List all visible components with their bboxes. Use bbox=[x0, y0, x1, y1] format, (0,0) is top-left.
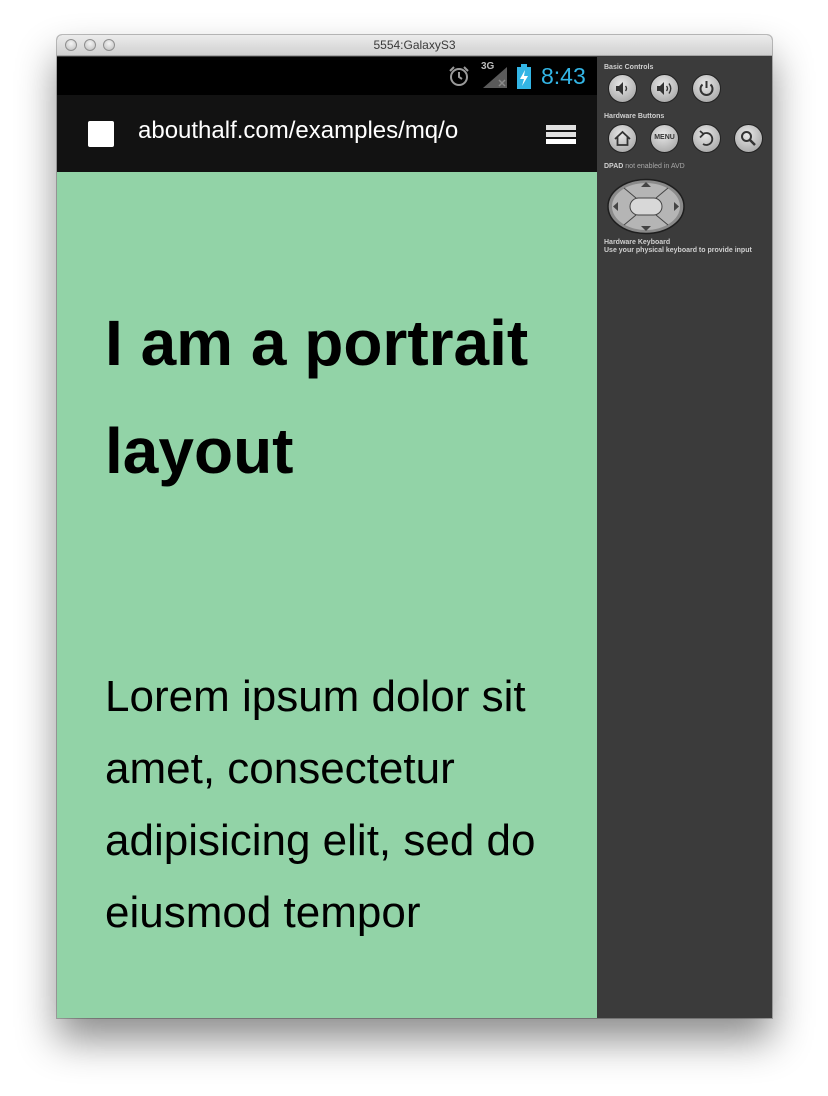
emulator-controls-panel: Basic Controls Hardware Buttons MENU DPA… bbox=[597, 57, 772, 1018]
volume-up-icon bbox=[657, 82, 672, 95]
alarm-icon bbox=[449, 66, 469, 86]
back-button[interactable] bbox=[692, 124, 721, 153]
hardware-buttons-label: Hardware Buttons bbox=[604, 113, 665, 120]
page-body-text: Lorem ipsum dolor sit amet, consectetur … bbox=[105, 672, 536, 937]
signal-icon bbox=[483, 67, 507, 88]
volume-up-button[interactable] bbox=[650, 74, 679, 103]
title-bar: 5554:GalaxyS3 bbox=[57, 35, 772, 56]
emulator-window: 5554:GalaxyS3 3G 8:43 abouthalf.com/exam… bbox=[57, 35, 772, 1018]
home-button[interactable] bbox=[608, 124, 637, 153]
power-button[interactable] bbox=[692, 74, 721, 103]
menu-button[interactable]: MENU bbox=[650, 124, 679, 153]
status-bar: 3G 8:43 bbox=[57, 57, 597, 95]
hardware-keyboard-note: Use your physical keyboard to provide in… bbox=[604, 247, 752, 254]
search-icon bbox=[741, 131, 756, 146]
window-title: 5554:GalaxyS3 bbox=[373, 38, 456, 52]
dpad-note: not enabled in AVD bbox=[625, 163, 685, 170]
web-page-content: I am a portrait layout Lorem ipsum dolor… bbox=[57, 172, 597, 1018]
browser-url-bar[interactable]: abouthalf.com/examples/mq/o bbox=[57, 95, 597, 172]
dpad-icon[interactable] bbox=[606, 178, 686, 235]
back-icon bbox=[699, 130, 714, 146]
tabs-icon[interactable] bbox=[543, 120, 579, 148]
battery-charging-icon bbox=[517, 64, 531, 89]
hardware-keyboard-label: Hardware Keyboard bbox=[604, 239, 671, 246]
volume-down-button[interactable] bbox=[608, 74, 637, 103]
basic-controls-label: Basic Controls bbox=[604, 64, 654, 71]
dpad-label-text: DPAD bbox=[604, 163, 624, 170]
favicon-icon bbox=[88, 121, 114, 147]
search-button[interactable] bbox=[734, 124, 763, 153]
url-field[interactable]: abouthalf.com/examples/mq/o bbox=[138, 117, 514, 145]
dpad-label: DPAD not enabled in AVD bbox=[604, 163, 685, 170]
volume-down-icon bbox=[616, 82, 628, 95]
status-clock: 8:43 bbox=[541, 63, 586, 89]
menu-button-label: MENU bbox=[654, 134, 675, 141]
home-icon bbox=[614, 130, 631, 146]
device-screen: 3G 8:43 abouthalf.com/examples/mq/o I am… bbox=[57, 57, 597, 1018]
page-heading: I am a portrait layout bbox=[105, 307, 529, 487]
power-icon bbox=[699, 81, 714, 96]
